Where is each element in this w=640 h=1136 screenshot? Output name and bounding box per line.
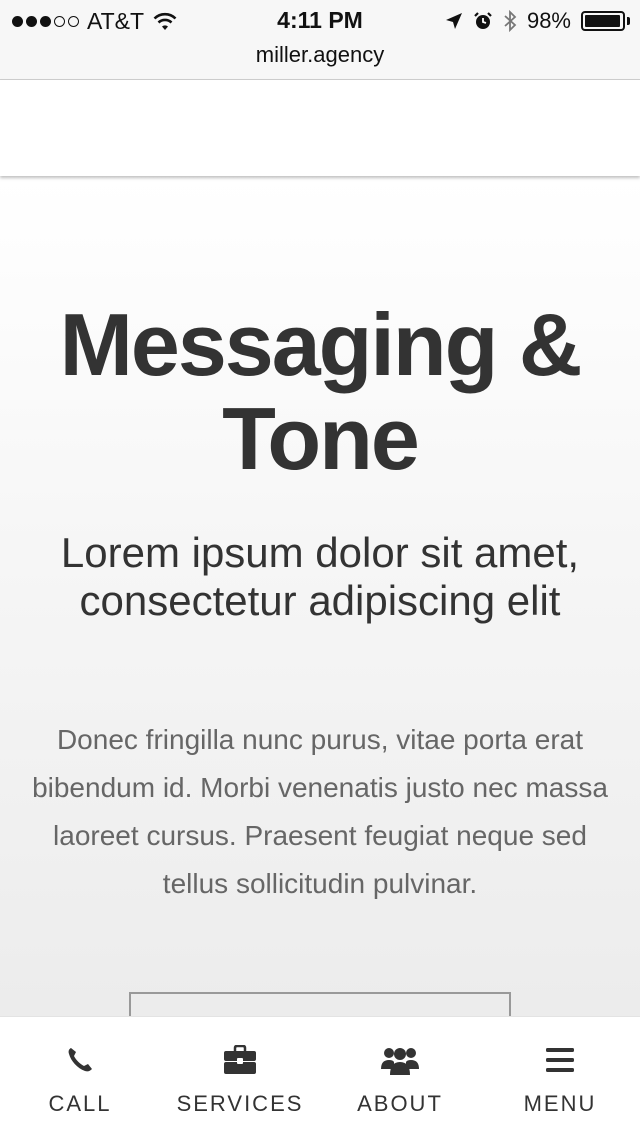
site-header	[0, 80, 640, 176]
nav-about-button[interactable]: ABOUT	[320, 1017, 480, 1136]
nav-call-label: CALL	[48, 1091, 112, 1116]
nav-menu-label: MENU	[523, 1091, 597, 1116]
battery-percentage: 98%	[526, 8, 571, 33]
nav-about-label: ABOUT	[357, 1091, 443, 1116]
users-icon	[381, 1048, 419, 1075]
hero-title: Messaging & Tone	[59, 295, 583, 488]
battery-fill	[585, 15, 621, 27]
bottom-navigation: CALL SERVICES ABOUT MENU	[0, 1016, 640, 1136]
hamburger-icon	[546, 1048, 574, 1072]
nav-services-button[interactable]: SERVICES	[160, 1017, 320, 1136]
alarm-clock-icon	[474, 12, 492, 29]
nav-call-button[interactable]: CALL	[0, 1017, 160, 1136]
hero-subtitle: Lorem ipsum dolor sit amet, consectetur …	[60, 529, 580, 624]
browser-url-bar[interactable]: miller.agency	[0, 40, 640, 80]
hero-body-text: Donec fringilla nunc purus, vitae porta …	[32, 724, 608, 899]
nav-menu-button[interactable]: MENU	[480, 1017, 640, 1136]
location-arrow-icon	[445, 13, 462, 29]
status-bar: AT&T 4:11 PM 98%	[0, 0, 640, 40]
phone-icon	[68, 1048, 92, 1072]
bluetooth-icon	[504, 9, 517, 33]
briefcase-icon	[224, 1045, 256, 1074]
nav-services-label: SERVICES	[176, 1091, 304, 1116]
status-right: 98%	[445, 8, 630, 34]
url-text: miller.agency	[255, 42, 385, 67]
battery-icon	[581, 11, 630, 31]
hero-section: Messaging & Tone Lorem ipsum dolor sit a…	[0, 176, 640, 1032]
